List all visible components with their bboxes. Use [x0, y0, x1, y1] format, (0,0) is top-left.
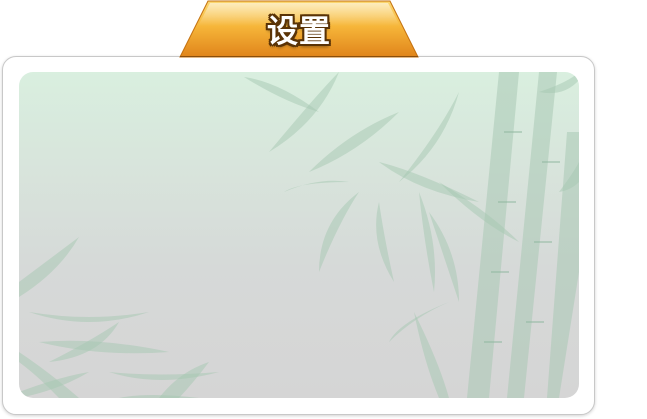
bamboo-leaf	[399, 92, 459, 182]
bamboo-leaf	[319, 192, 359, 272]
bamboo-leaf	[19, 372, 89, 398]
bamboo-leaf	[389, 302, 449, 342]
bamboo-leaf	[119, 395, 199, 398]
bamboo-leaf	[284, 180, 349, 192]
bamboo-leaf	[29, 312, 149, 322]
bamboo-leaf	[376, 202, 394, 282]
bamboo-leaf	[159, 362, 209, 398]
bamboo-leaf	[414, 312, 449, 398]
bamboo-leaf	[19, 237, 79, 297]
bamboo-leaf	[419, 192, 435, 292]
dialog-title: 设置	[267, 14, 331, 50]
bamboo-leaf	[379, 162, 479, 202]
bamboo-leaf	[109, 372, 219, 380]
bamboo-leaf	[39, 340, 169, 354]
bamboo-background-image	[19, 72, 579, 398]
bamboo-leaf	[309, 112, 399, 172]
content-panel	[19, 72, 579, 398]
bamboo-leaf	[244, 77, 319, 112]
bamboo-leaf	[269, 72, 339, 152]
settings-dialog: 设置	[0, 0, 647, 419]
title-tab: 设置	[178, 0, 420, 58]
